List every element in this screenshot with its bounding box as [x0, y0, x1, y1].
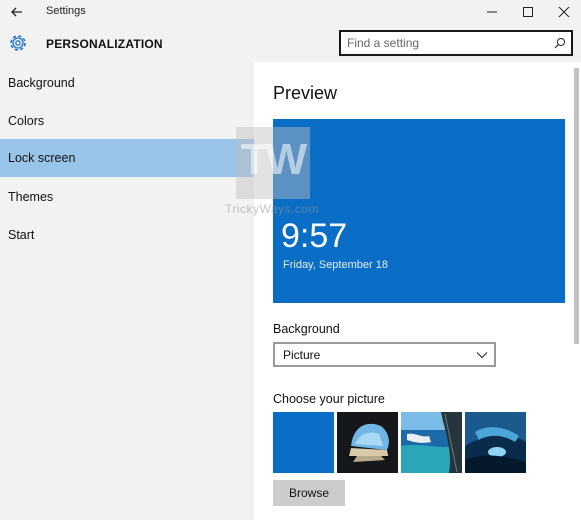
- window-title: Settings: [46, 5, 86, 17]
- preview-heading: Preview: [273, 83, 338, 103]
- close-icon: [558, 6, 570, 18]
- back-button[interactable]: [8, 3, 26, 21]
- scrollbar[interactable]: [574, 68, 579, 344]
- browse-button[interactable]: Browse: [273, 480, 345, 506]
- sidebar-item-lock-screen[interactable]: Lock screen: [0, 139, 254, 177]
- background-dropdown[interactable]: Picture: [273, 342, 496, 367]
- sidebar-item-themes[interactable]: Themes: [0, 178, 254, 216]
- picture-thumbnail-sea-cliff[interactable]: [401, 412, 462, 473]
- chevron-down-icon: [476, 352, 488, 359]
- cave-beach-image: [337, 412, 398, 473]
- preview-time: 9:57: [281, 217, 348, 255]
- sidebar-item-label: Background: [8, 76, 75, 90]
- preview-date: Friday, September 18: [283, 259, 388, 271]
- sidebar-item-label: Start: [8, 228, 35, 242]
- sidebar-item-label: Colors: [8, 114, 45, 128]
- watermark-logo: TW: [236, 127, 310, 199]
- background-label: Background: [273, 322, 340, 336]
- watermark-logo-text: TW: [240, 135, 307, 184]
- sidebar: Background Colors Lock screen Themes Sta…: [0, 62, 254, 520]
- maximize-icon: [523, 7, 533, 17]
- close-button[interactable]: [546, 2, 581, 22]
- title-bar: Settings: [0, 0, 581, 24]
- minimize-button[interactable]: [474, 2, 510, 22]
- search-input[interactable]: [347, 35, 547, 51]
- minimize-icon: [487, 11, 497, 13]
- gear-icon: [10, 35, 26, 51]
- sidebar-item-start[interactable]: Start: [0, 216, 254, 254]
- watermark-caption: TrickyWays.com: [225, 202, 320, 216]
- maximize-button[interactable]: [510, 2, 546, 22]
- search-icon[interactable]: [554, 37, 566, 49]
- settings-header: PERSONALIZATION: [0, 24, 581, 62]
- back-arrow-icon: [11, 7, 22, 17]
- picture-thumbnail-blue[interactable]: [273, 412, 334, 473]
- page-title: PERSONALIZATION: [46, 37, 163, 51]
- background-dropdown-value: Picture: [283, 348, 321, 362]
- picture-thumbnail-cave[interactable]: [337, 412, 398, 473]
- ice-cave-image: [465, 412, 526, 473]
- sidebar-item-label: Themes: [8, 190, 54, 204]
- search-box[interactable]: [339, 30, 573, 56]
- sidebar-item-background[interactable]: Background: [0, 64, 254, 102]
- choose-picture-label: Choose your picture: [273, 392, 385, 406]
- sea-cliff-image: [401, 412, 462, 473]
- sidebar-item-colors[interactable]: Colors: [0, 102, 254, 140]
- picture-thumbnail-ice-cave[interactable]: [465, 412, 526, 473]
- sidebar-item-label: Lock screen: [8, 151, 76, 165]
